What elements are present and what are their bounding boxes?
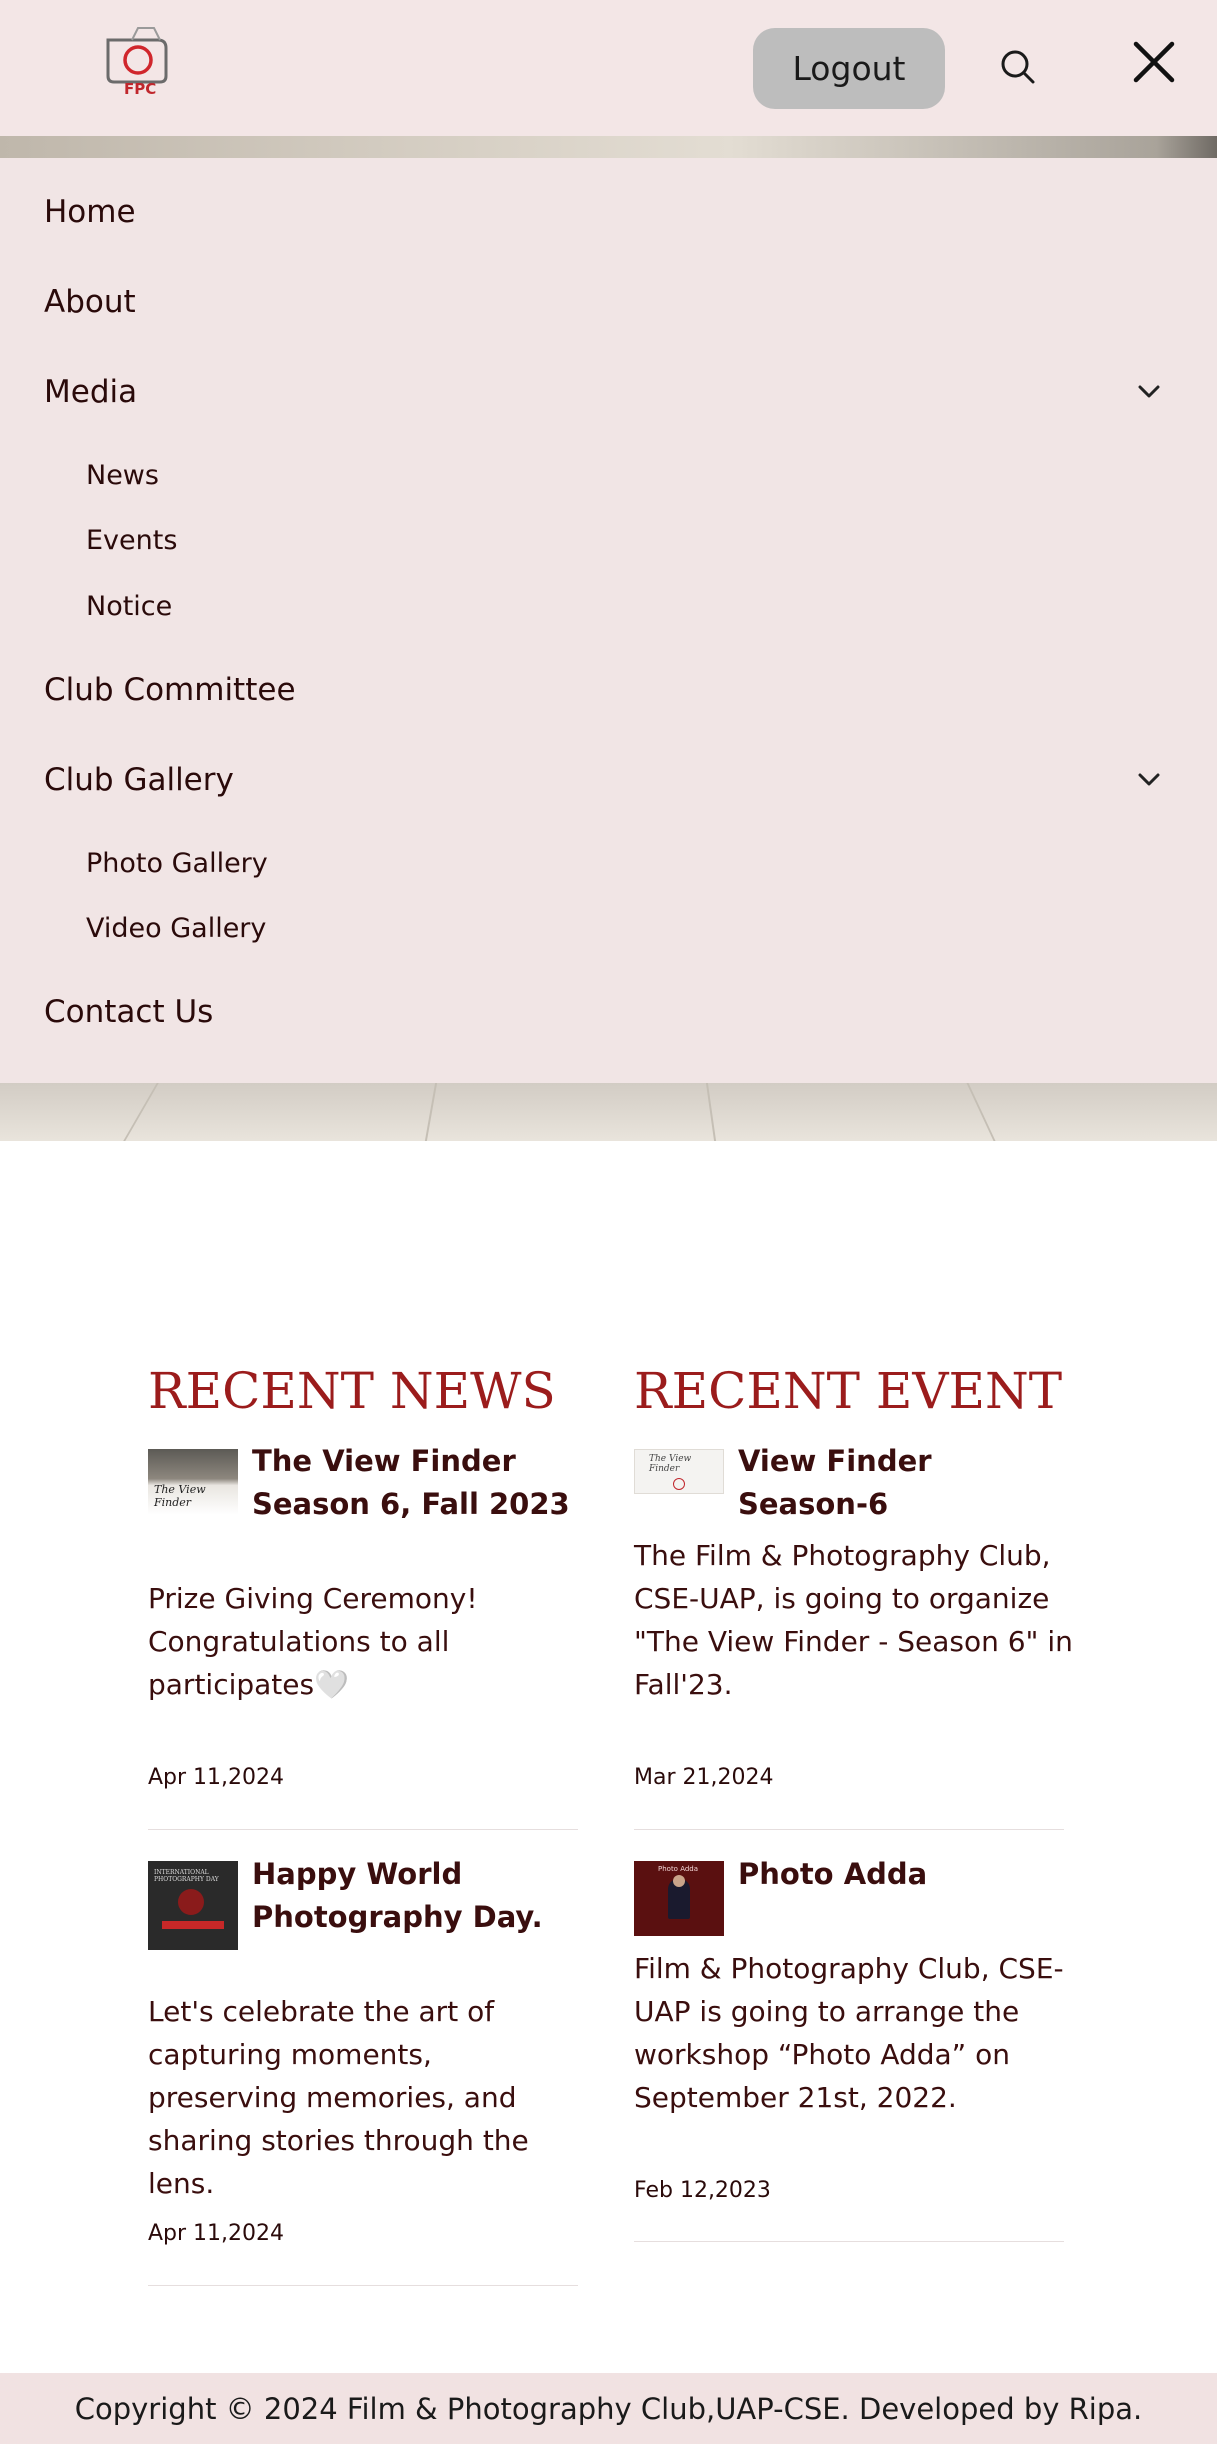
news-excerpt: Let's celebrate the art of capturing mom… bbox=[148, 1995, 529, 2200]
event-thumbnail[interactable]: Photo Adda bbox=[634, 1861, 724, 1936]
submenu-item-notice[interactable]: Notice bbox=[86, 591, 172, 622]
recent-news-title: RECENT NEWS bbox=[148, 1362, 556, 1420]
news-title[interactable]: The View Finder Season 6, Fall 2023 bbox=[252, 1440, 582, 1526]
menu-item-home[interactable]: Home bbox=[44, 194, 136, 230]
divider bbox=[148, 1829, 578, 1830]
divider bbox=[148, 2285, 578, 2286]
menu-item-contact-us[interactable]: Contact Us bbox=[44, 994, 213, 1030]
hero-photo-bottom bbox=[0, 1083, 1217, 1141]
chevron-down-icon[interactable] bbox=[1134, 770, 1164, 790]
thumbnail-graphic bbox=[178, 1889, 204, 1915]
event-date: Feb 12,2023 bbox=[634, 2178, 771, 2203]
submenu-item-video-gallery[interactable]: Video Gallery bbox=[86, 913, 266, 944]
news-date: Apr 11,2024 bbox=[148, 1765, 285, 1790]
menu-item-about[interactable]: About bbox=[44, 284, 136, 320]
thumbnail-caption: INTERNATIONAL PHOTOGRAPHY DAY bbox=[154, 1869, 219, 1883]
submenu-item-events[interactable]: Events bbox=[86, 525, 177, 556]
thumbnail-graphic bbox=[673, 1478, 685, 1490]
menu-item-club-committee[interactable]: Club Committee bbox=[44, 672, 296, 708]
event-date: Mar 21,2024 bbox=[634, 1765, 774, 1790]
site-header: FPC Logout bbox=[0, 0, 1217, 136]
submenu-item-photo-gallery[interactable]: Photo Gallery bbox=[86, 848, 268, 879]
copyright-text: Copyright © 2024 Film & Photography Club… bbox=[74, 2391, 1143, 2426]
news-date: Apr 11,2024 bbox=[148, 2221, 285, 2246]
news-title[interactable]: Happy World Photography Day. bbox=[252, 1853, 582, 1939]
event-excerpt: Film & Photography Club, CSE-UAP is goin… bbox=[634, 1952, 1064, 2114]
news-thumbnail[interactable]: The View Finder bbox=[148, 1449, 238, 1515]
thumbnail-graphic bbox=[162, 1921, 224, 1929]
search-icon[interactable] bbox=[998, 47, 1038, 87]
logo-text: FPC bbox=[124, 80, 157, 98]
submenu-item-news[interactable]: News bbox=[86, 460, 159, 491]
site-footer: Copyright © 2024 Film & Photography Club… bbox=[0, 2373, 1217, 2444]
thumbnail-graphic bbox=[673, 1875, 685, 1887]
logout-button[interactable]: Logout bbox=[753, 28, 945, 109]
nav-menu: Home About Media News Events Notice Club… bbox=[0, 158, 1217, 1083]
event-title[interactable]: View Finder Season-6 bbox=[738, 1440, 1068, 1526]
divider bbox=[634, 2241, 1064, 2242]
divider bbox=[634, 1829, 1064, 1830]
menu-item-media[interactable]: Media bbox=[44, 374, 137, 410]
news-excerpt: Prize Giving Ceremony! Congratulations t… bbox=[148, 1582, 478, 1701]
recent-event-title: RECENT EVENT bbox=[634, 1362, 1063, 1420]
hero-photo-top bbox=[0, 136, 1217, 158]
thumbnail-caption: The View Finder bbox=[649, 1454, 692, 1474]
menu-item-club-gallery[interactable]: Club Gallery bbox=[44, 762, 234, 798]
event-title[interactable]: Photo Adda bbox=[738, 1853, 1068, 1896]
chevron-down-icon[interactable] bbox=[1134, 382, 1164, 402]
thumbnail-caption: Photo Adda bbox=[658, 1865, 699, 1873]
event-thumbnail[interactable]: The View Finder bbox=[634, 1449, 724, 1494]
thumbnail-caption: The View Finder bbox=[154, 1483, 206, 1509]
event-excerpt: The Film & Photography Club, CSE-UAP, is… bbox=[634, 1539, 1073, 1701]
close-icon[interactable] bbox=[1132, 40, 1176, 84]
news-thumbnail[interactable]: INTERNATIONAL PHOTOGRAPHY DAY bbox=[148, 1861, 238, 1950]
